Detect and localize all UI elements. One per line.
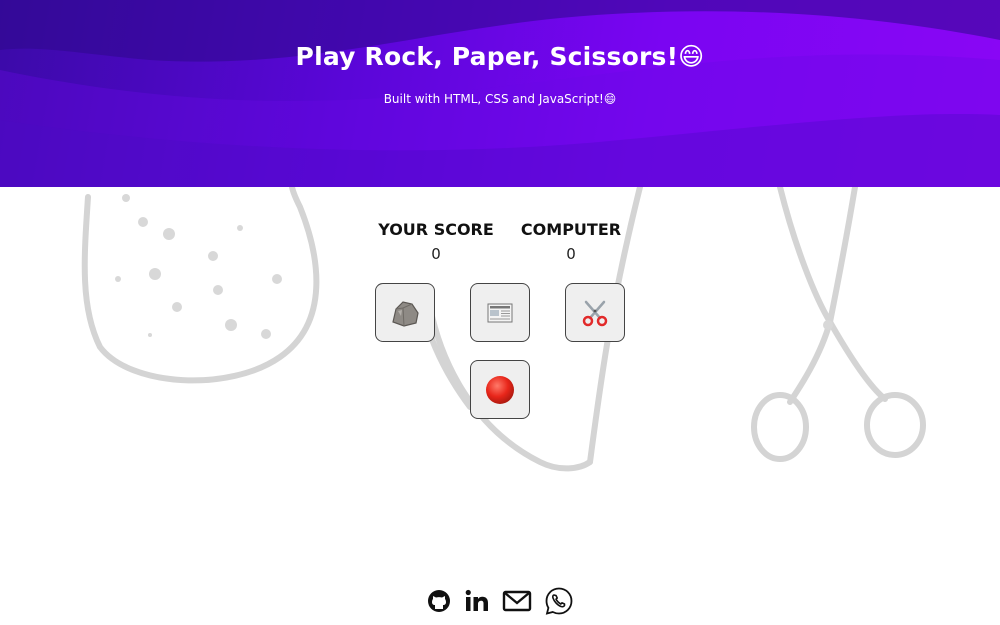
github-link[interactable] [426, 588, 452, 614]
whatsapp-icon [545, 587, 573, 615]
linkedin-link[interactable] [464, 588, 490, 614]
player-score-label: YOUR SCORE [378, 220, 494, 239]
page-subtitle: Built with HTML, CSS and JavaScript!😄 [383, 92, 617, 106]
rock-icon [392, 300, 419, 327]
newspaper-icon [487, 303, 513, 322]
game-area: YOUR SCORE 0 COMPUTER 0 [0, 187, 1000, 577]
footer [0, 577, 1000, 625]
computer-score-label: COMPUTER [520, 220, 622, 239]
paper-button[interactable] [470, 283, 530, 342]
scissors-icon [582, 300, 608, 326]
page-title: Play Rock, Paper, Scissors!😄 [295, 42, 705, 71]
scissors-button[interactable] [565, 283, 625, 342]
reset-button[interactable] [470, 360, 530, 419]
whatsapp-link[interactable] [544, 586, 574, 616]
red-circle-icon [486, 375, 514, 404]
linkedin-icon [465, 589, 488, 611]
computer-score: COMPUTER 0 [520, 220, 622, 263]
page-header: Play Rock, Paper, Scissors!😄 Built with … [0, 0, 1000, 187]
email-icon [502, 590, 532, 612]
github-icon [428, 590, 450, 612]
email-link[interactable] [502, 588, 532, 614]
rock-button[interactable] [375, 283, 435, 342]
player-score-value: 0 [431, 245, 441, 263]
computer-score-value: 0 [566, 245, 576, 263]
player-score: YOUR SCORE 0 [378, 220, 494, 263]
